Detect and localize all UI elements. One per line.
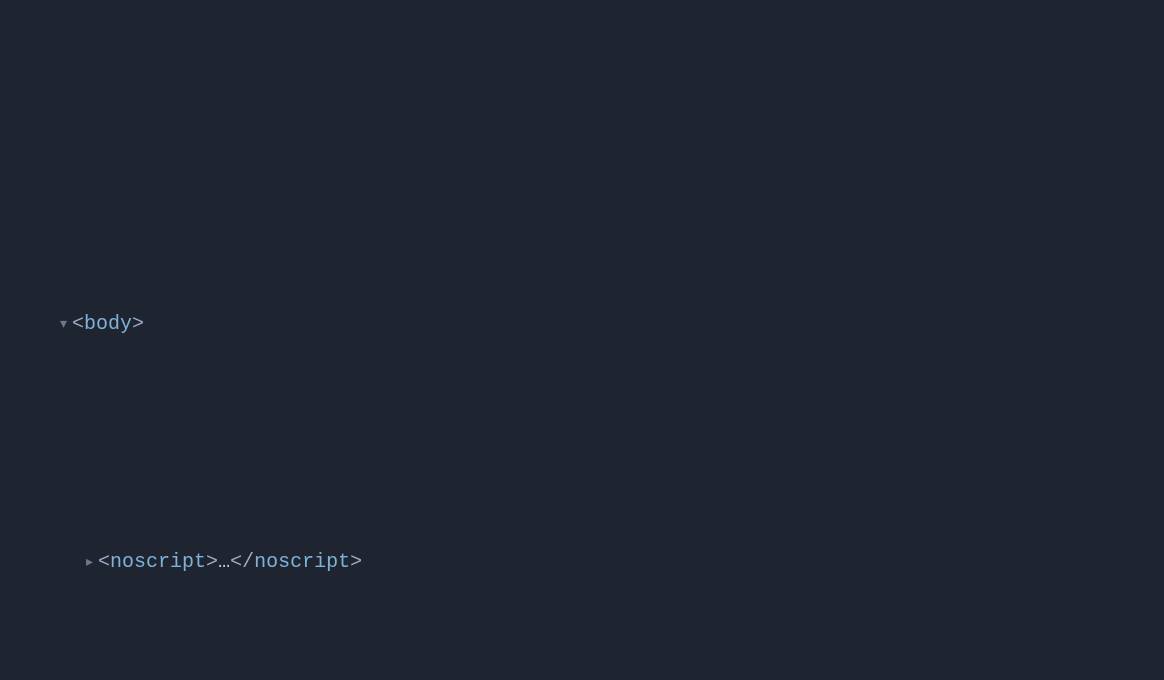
- chevron-down-icon[interactable]: [60, 307, 72, 319]
- tree-node-body[interactable]: <body>: [0, 274, 1164, 376]
- dom-tree: <body> <noscript>…</noscript> <div id="a…: [0, 136, 1164, 680]
- chevron-right-icon[interactable]: [86, 545, 98, 557]
- tree-node-noscript[interactable]: <noscript>…</noscript>: [0, 512, 1164, 614]
